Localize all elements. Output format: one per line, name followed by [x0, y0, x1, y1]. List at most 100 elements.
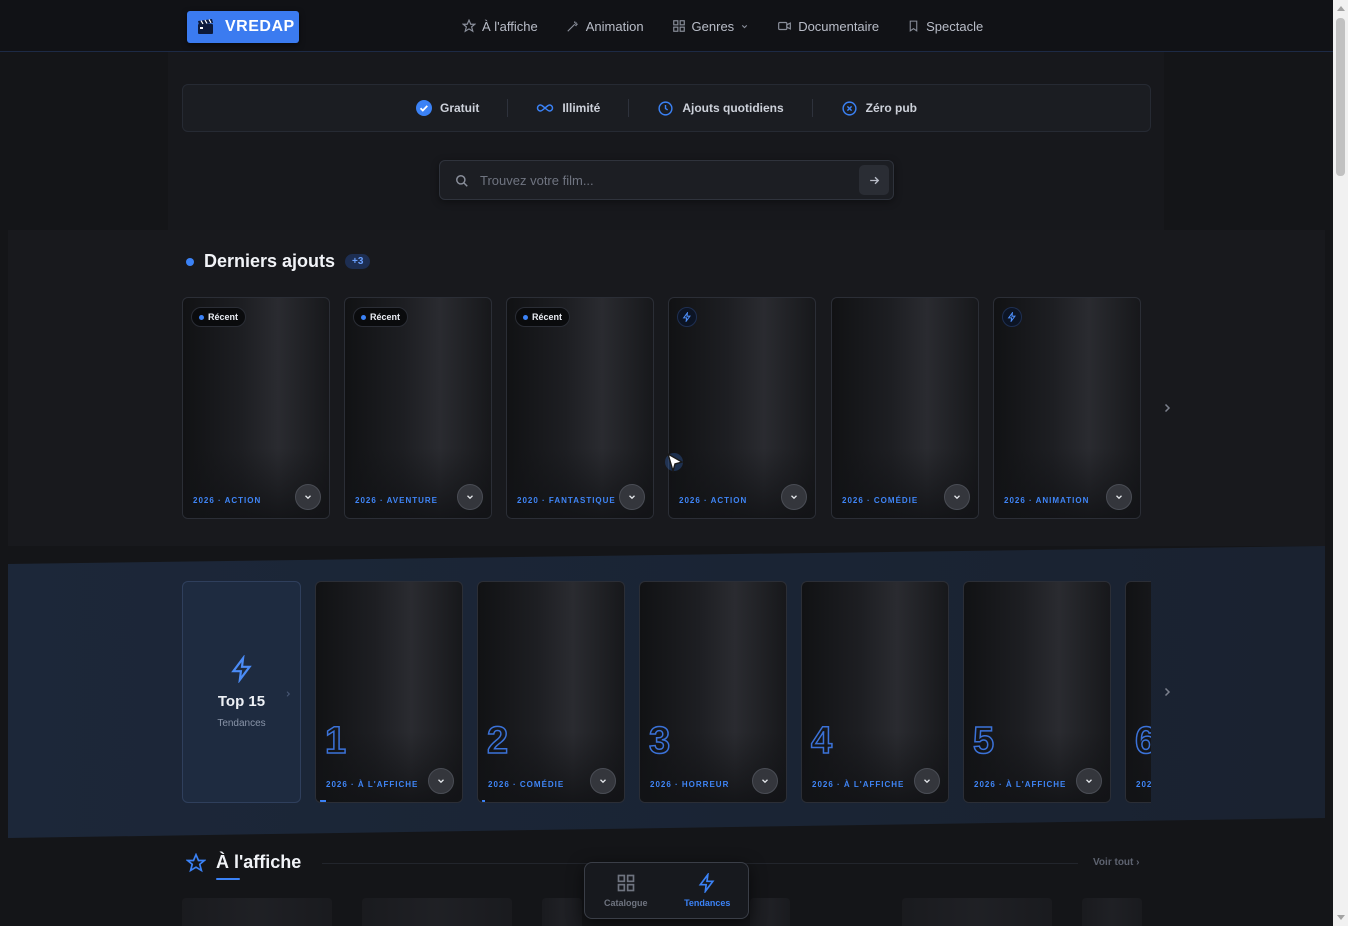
nav-label: Animation	[585, 18, 644, 34]
scroll-up-icon[interactable]	[1337, 6, 1345, 11]
dock-catalogue-button[interactable]: Catalogue	[585, 863, 667, 918]
expand-button[interactable]	[428, 768, 454, 794]
chevron-down-icon	[954, 495, 960, 500]
scrollbar[interactable]	[1333, 0, 1348, 926]
trending-badge	[1002, 307, 1022, 327]
latest-header: Derniers ajouts +3	[186, 251, 371, 272]
movie-card[interactable]: 2026 · ANIMATION	[993, 297, 1141, 519]
trending-badge	[677, 307, 697, 327]
movie-card[interactable]: Récent 2026 · AVENTURE	[344, 297, 492, 519]
content-column	[168, 52, 1164, 230]
top15-card[interactable]: Top 15 Tendances	[182, 581, 301, 803]
chevron-down-icon	[924, 779, 930, 784]
scroll-down-icon[interactable]	[1337, 915, 1345, 920]
poster-placeholder	[750, 898, 790, 926]
bolt-icon	[231, 655, 252, 683]
scroll-thumb[interactable]	[1336, 18, 1345, 176]
nav-label: Documentaire	[798, 18, 880, 34]
movie-card[interactable]: 2026 · COMÉDIE	[831, 297, 979, 519]
card-meta: 2026 · À L'AFFICHE	[326, 780, 419, 789]
poster-placeholder	[902, 898, 1052, 926]
trending-card[interactable]: 1 2026 · À L'AFFICHE	[315, 581, 463, 803]
movie-card[interactable]: Récent 2026 · ACTION	[182, 297, 330, 519]
star-icon	[186, 852, 206, 872]
star-icon	[462, 19, 476, 33]
section-title: À l'affiche	[216, 852, 302, 880]
search-input[interactable]	[480, 169, 860, 191]
dock-tendances-button[interactable]: Tendances	[667, 863, 749, 918]
card-meta: 2026 · À L'AFFICHE	[812, 780, 905, 789]
section-dot	[186, 257, 194, 266]
section-title: Derniers ajouts	[204, 251, 336, 271]
movie-card[interactable]: Récent 2020 · FANTASTIQUE	[506, 297, 654, 519]
feature-gratuit: Gratuit	[388, 100, 507, 116]
feature-label: Illimité	[562, 101, 601, 115]
trending-card[interactable]: 2 2026 · COMÉDIE	[477, 581, 625, 803]
trending-card[interactable]: 5 2026 · À L'AFFICHE	[963, 581, 1111, 803]
badge-label: Récent	[208, 312, 239, 322]
card-meta: 2026 · ACTION	[193, 496, 262, 505]
expand-button[interactable]	[295, 484, 321, 510]
rank-number: 3	[648, 720, 671, 762]
top-header: VREDAP À l'affiche Animation Genres Docu…	[0, 0, 1333, 52]
chevron-down-icon	[1116, 495, 1122, 500]
card-meta: 2026 · HORREUR	[650, 780, 730, 789]
bottom-dock: Catalogue Tendances	[584, 862, 749, 919]
nav-item-documentaire[interactable]: Documentaire	[777, 19, 879, 34]
expand-button[interactable]	[1076, 768, 1102, 794]
chevron-right-icon[interactable]	[1161, 685, 1173, 699]
nav-item-genres[interactable]: Genres	[672, 19, 750, 34]
expand-button[interactable]	[1106, 484, 1132, 510]
chevron-down-icon	[467, 495, 473, 500]
infinity-icon	[537, 104, 554, 112]
nav-item-a-l-affiche[interactable]: À l'affiche	[462, 19, 538, 34]
nav-item-spectacle[interactable]: Spectacle	[907, 19, 983, 34]
nav-label: À l'affiche	[482, 18, 538, 34]
bolt-icon	[1007, 312, 1016, 322]
chevron-down-icon	[762, 779, 768, 784]
expand-button[interactable]	[590, 768, 616, 794]
badge-label: Récent	[370, 312, 401, 322]
title-underline	[216, 878, 240, 880]
badge-dot	[199, 314, 204, 320]
recent-badge: Récent	[353, 307, 409, 327]
movie-card[interactable]: 2026 · ACTION	[668, 297, 816, 519]
poster-placeholder	[362, 898, 512, 926]
now-showing-header: À l'affiche	[186, 852, 302, 880]
dock-label: Catalogue	[603, 898, 648, 908]
chevron-down-icon	[629, 495, 635, 500]
card-meta: 2020 · FANTASTIQUE	[517, 496, 616, 505]
poster-placeholder	[182, 898, 332, 926]
grid-icon	[672, 20, 685, 32]
section-title-text: À l'affiche	[216, 852, 302, 872]
card-meta: 2026 · À L'AFFICHE	[974, 780, 1067, 789]
card-meta: 2026 · COMÉDIE	[842, 496, 919, 505]
poster-placeholder	[542, 898, 582, 926]
chevron-right-icon[interactable]	[1161, 401, 1173, 415]
nav-item-animation[interactable]: Animation	[566, 19, 644, 34]
expand-button[interactable]	[752, 768, 778, 794]
chevron-down-icon	[742, 24, 748, 28]
video-icon	[778, 21, 792, 31]
card-meta: 2026 · ANIMATION	[1004, 496, 1090, 505]
bookmark-icon	[909, 20, 918, 32]
expand-button[interactable]	[781, 484, 807, 510]
rank-number: 6	[1134, 721, 1151, 761]
trending-card[interactable]: 3 2026 · HORREUR	[639, 581, 787, 803]
trending-card[interactable]: 6 2026 · À L'AFFICHE	[1125, 581, 1151, 803]
expand-button[interactable]	[457, 484, 483, 510]
expand-button[interactable]	[944, 484, 970, 510]
recent-badge: Récent	[191, 307, 247, 327]
search-submit-button[interactable]	[859, 165, 889, 195]
logo-button[interactable]: VREDAP	[187, 11, 299, 43]
expand-button[interactable]	[619, 484, 645, 510]
see-all-link[interactable]: Voir tout ›	[1093, 857, 1139, 868]
main-nav: À l'affiche Animation Genres Documentair…	[462, 0, 1011, 52]
expand-button[interactable]	[914, 768, 940, 794]
rank-number: 4	[810, 720, 833, 762]
card-meta: 2026 · À L'AFFICHE	[1136, 780, 1151, 789]
top15-subtitle: Tendances	[217, 718, 266, 729]
card-meta: 2026 · COMÉDIE	[488, 780, 565, 789]
feature-label: Ajouts quotidiens	[682, 101, 784, 115]
trending-card[interactable]: 4 2026 · À L'AFFICHE	[801, 581, 949, 803]
